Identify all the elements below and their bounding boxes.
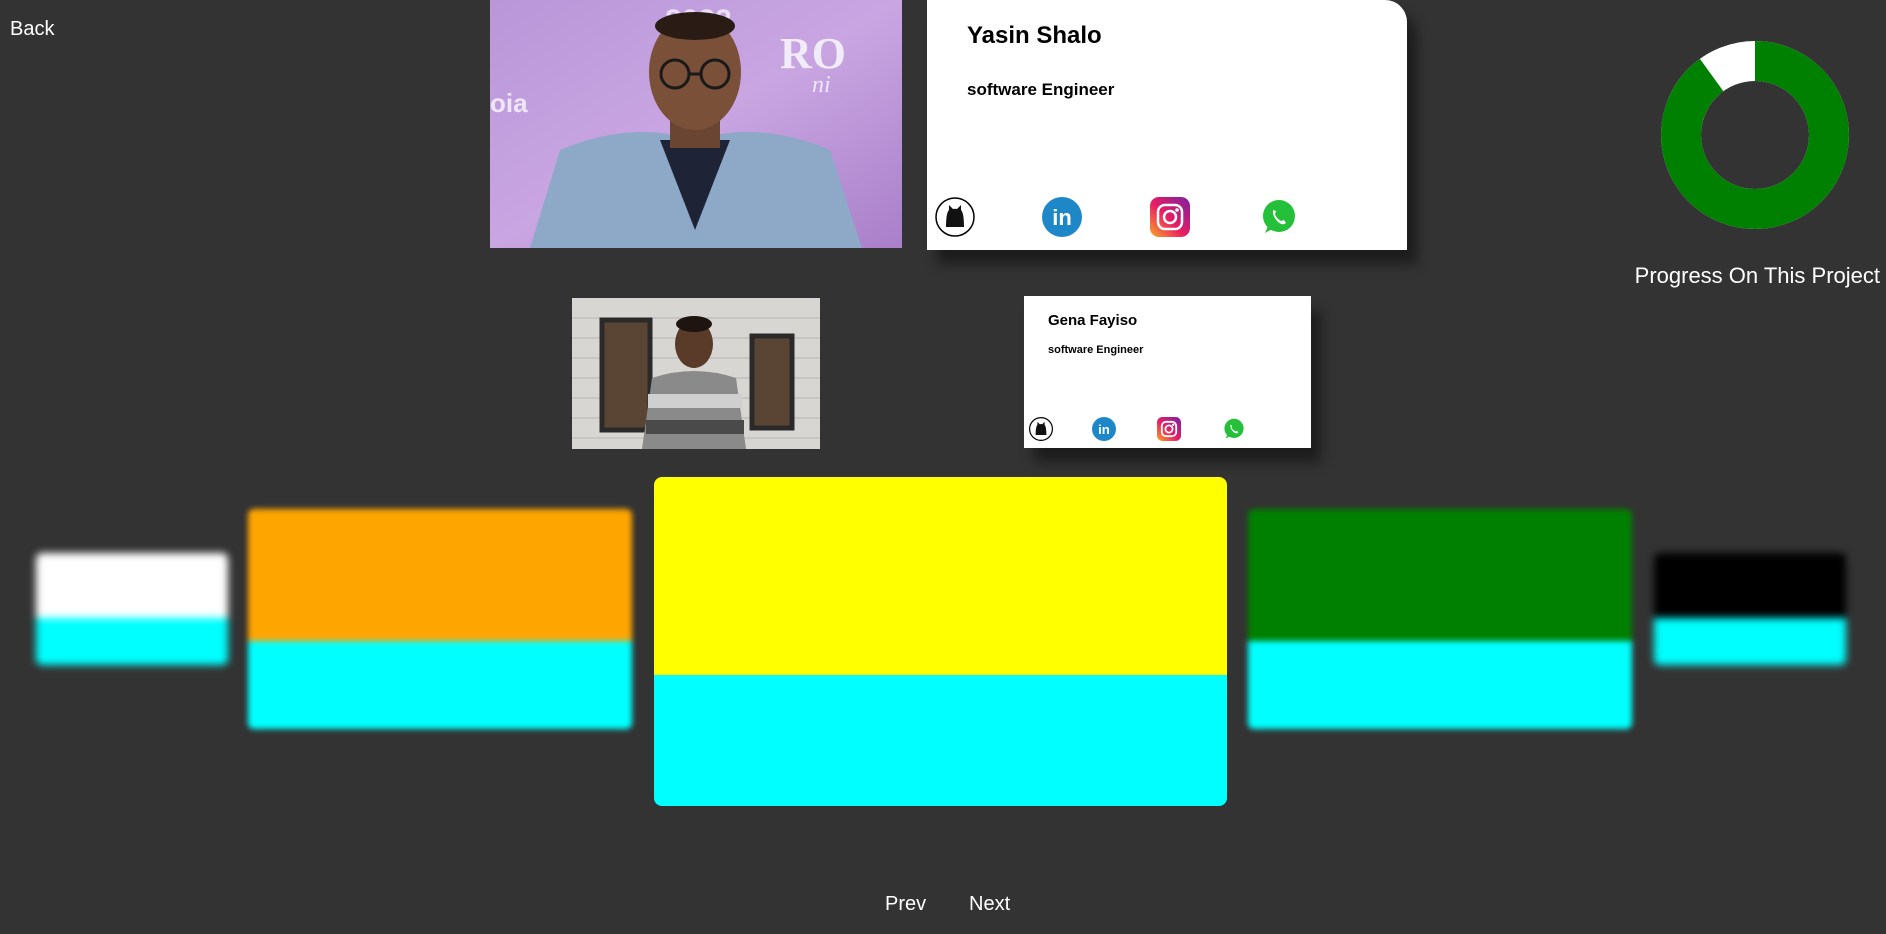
slide-top-panel [248,509,632,641]
profile-name: Gena Fayiso [1048,312,1138,329]
slide-top-panel [1248,509,1632,641]
linkedin-icon[interactable]: in [1092,417,1116,441]
slide-top-panel [1654,553,1846,618]
slide-bottom-panel [36,618,228,665]
slide-bottom-panel [654,675,1227,806]
carousel-slide[interactable] [1654,553,1846,665]
profile-photo-yasin: 2022 RO oia ni [490,0,902,248]
profile-card-yasin: Yasin Shalo software Engineer in [927,0,1407,250]
prev-button[interactable]: Prev [885,893,926,916]
profile-photo-gena [572,298,820,449]
svg-text:in: in [1052,205,1072,230]
instagram-icon[interactable] [1150,197,1190,237]
back-link[interactable]: Back [10,18,54,41]
svg-text:oia: oia [490,88,528,118]
carousel-slide[interactable] [36,553,228,665]
slide-bottom-panel [1248,641,1632,729]
github-icon[interactable] [1029,417,1053,441]
progress-label: Progress On This Project [1634,263,1880,288]
profile-name: Yasin Shalo [967,22,1102,49]
svg-text:RO: RO [780,29,846,78]
whatsapp-icon[interactable] [1259,197,1299,237]
profile-role: software Engineer [1048,344,1144,356]
instagram-icon[interactable] [1157,417,1181,441]
carousel-slide[interactable] [248,509,632,729]
profile-card-gena: Gena Fayiso software Engineer in [1024,296,1311,448]
progress-fill [1661,41,1849,229]
profile-role: software Engineer [967,80,1115,99]
carousel-slide-active[interactable] [654,477,1227,806]
linkedin-icon[interactable]: in [1042,197,1082,237]
github-icon[interactable] [935,197,975,237]
slide-top-panel [36,553,228,618]
progress-donut [1660,40,1850,230]
svg-text:ni: ni [812,72,831,98]
slide-bottom-panel [248,641,632,729]
carousel-slide[interactable] [1248,509,1632,729]
next-button[interactable]: Next [969,893,1010,916]
whatsapp-icon[interactable] [1222,417,1246,441]
svg-text:in: in [1098,422,1110,437]
slide-bottom-panel [1654,618,1846,665]
slide-top-panel [654,477,1227,675]
